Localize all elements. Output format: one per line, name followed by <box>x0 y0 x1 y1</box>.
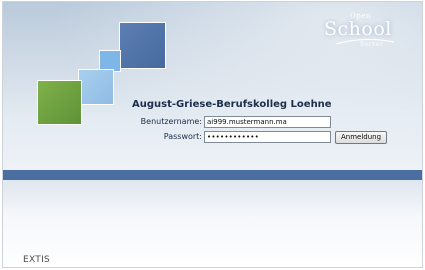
open-school-server-logo: Open School Server <box>324 12 404 54</box>
login-button[interactable]: Anmeldung <box>335 131 387 144</box>
decor-square-green <box>37 80 82 125</box>
lower-area <box>3 180 422 267</box>
logo-school-text: School <box>324 18 392 40</box>
extis-logo-text: EXTIS <box>23 255 50 264</box>
decor-square-light-blue <box>78 69 114 105</box>
accent-bar <box>3 170 422 180</box>
password-label: Passwort: <box>163 132 202 141</box>
extis-logo: EXTIS <box>23 255 50 264</box>
username-label: Benutzername: <box>140 117 202 126</box>
login-page: Open School Server August-Griese-Berufsk… <box>2 1 423 268</box>
school-name-heading: August-Griese-Berufskolleg Loehne <box>132 99 332 110</box>
password-field[interactable]: •••••••••••• <box>204 131 331 143</box>
logo-server-text: Server <box>360 41 384 48</box>
decor-square-dark-blue <box>119 22 166 69</box>
username-field[interactable]: ai999.mustermann.ma <box>204 116 331 128</box>
